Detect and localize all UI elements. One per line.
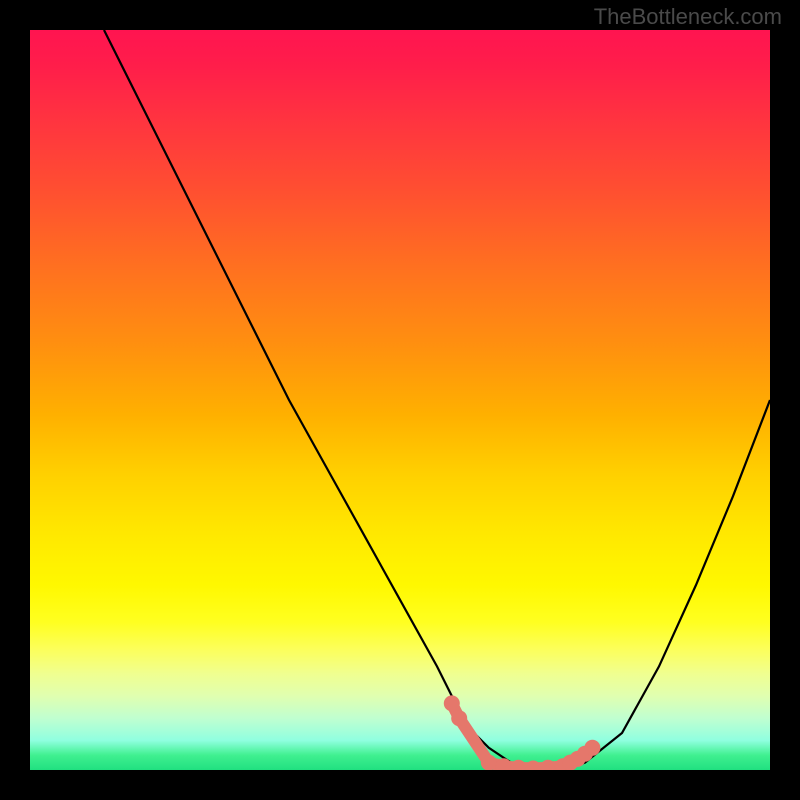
plot-area [30,30,770,770]
chart-svg [30,30,770,770]
watermark-text: TheBottleneck.com [594,4,782,30]
data-markers [444,695,601,770]
curve-line [104,30,770,770]
